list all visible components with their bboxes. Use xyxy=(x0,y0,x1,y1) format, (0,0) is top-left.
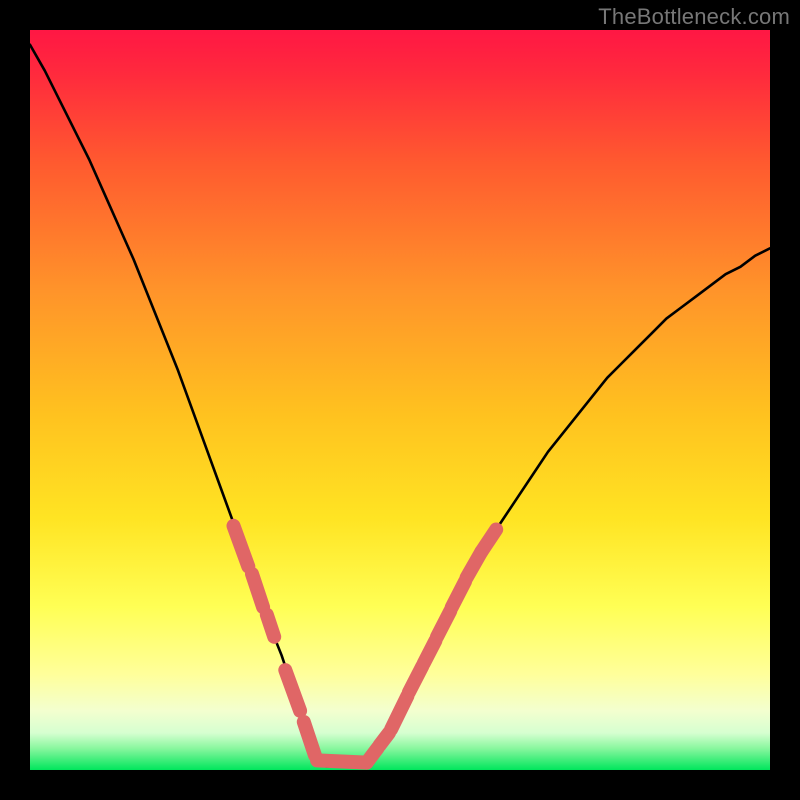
highlight-segment xyxy=(424,641,436,664)
outer-frame: TheBottleneck.com xyxy=(0,0,800,800)
curve-line xyxy=(30,45,770,767)
watermark-text: TheBottleneck.com xyxy=(598,4,790,30)
highlight-segment xyxy=(437,611,450,637)
highlight-segment xyxy=(234,526,249,567)
highlight-segment xyxy=(409,666,422,692)
highlight-segments xyxy=(234,526,497,763)
highlight-segment xyxy=(391,696,407,729)
highlight-segment xyxy=(285,670,300,711)
highlight-segment xyxy=(317,760,367,762)
highlight-segment xyxy=(481,530,496,552)
highlight-segment xyxy=(252,574,263,607)
highlight-segment xyxy=(267,615,274,637)
plot-area xyxy=(30,30,770,770)
highlight-segment xyxy=(452,581,465,607)
bottleneck-curve xyxy=(30,30,770,770)
highlight-segment xyxy=(304,722,315,755)
